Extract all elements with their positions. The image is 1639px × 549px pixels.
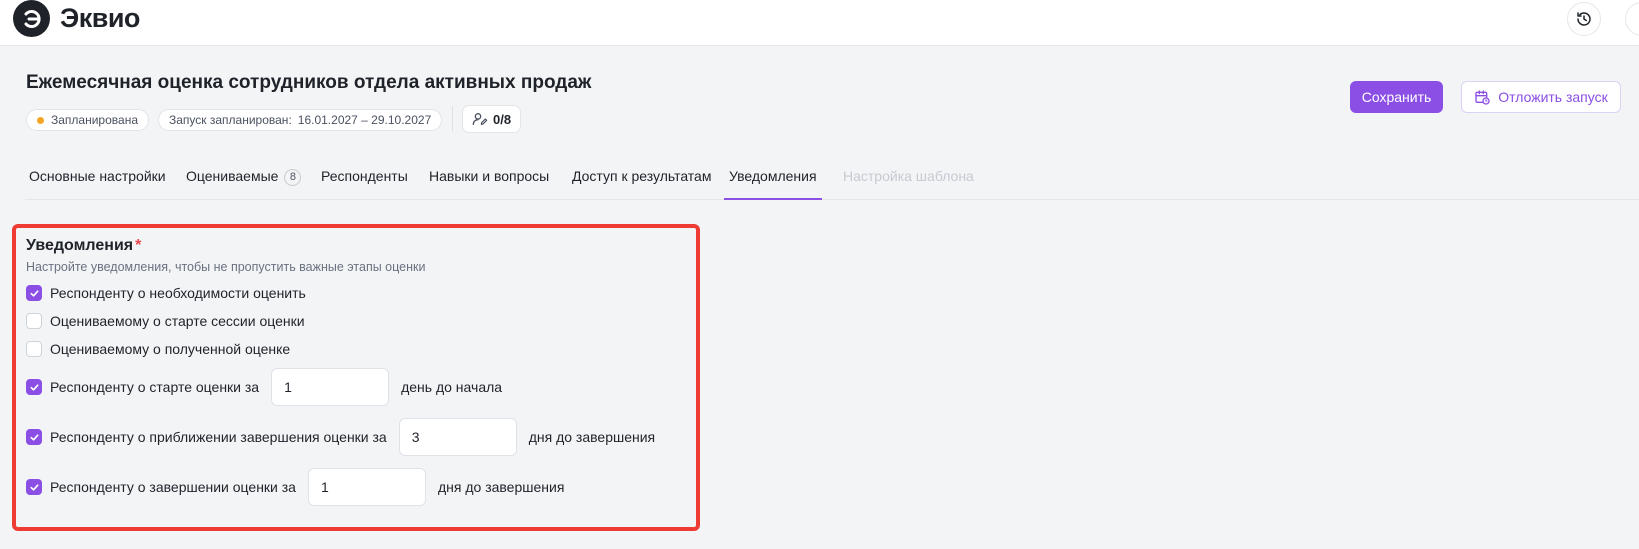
tab-skills-questions[interactable]: Навыки и вопросы	[429, 168, 549, 200]
checkbox-checked[interactable]	[26, 429, 42, 445]
history-button[interactable]	[1567, 2, 1601, 36]
checkmark-icon	[29, 383, 39, 391]
tab-respondents[interactable]: Респонденты	[321, 168, 408, 200]
count-badge: 8	[284, 169, 302, 186]
option-label: Оцениваемому о полученной оценке	[50, 341, 291, 357]
tab-label: Доступ к результатам	[572, 168, 712, 184]
tab-main-settings[interactable]: Основные настройки	[29, 168, 166, 200]
postpone-label: Отложить запуск	[1498, 89, 1608, 105]
checkmark-icon	[29, 433, 39, 441]
status-dot-icon	[37, 116, 44, 124]
option-label: Респонденту о старте оценки за	[50, 379, 260, 395]
header-action-button[interactable]	[1625, 2, 1639, 36]
history-icon	[1577, 12, 1591, 26]
launch-label: Запуск запланирован:	[169, 113, 292, 127]
tab-bar: Основные настройки Оцениваемые 8 Респонде…	[25, 164, 1639, 200]
days-before-end-input[interactable]	[398, 418, 517, 456]
respondents-counter[interactable]: 0/8	[462, 105, 522, 133]
checkbox-unchecked[interactable]	[26, 313, 42, 329]
postpone-launch-button[interactable]: Отложить запуск	[1461, 81, 1621, 113]
tab-label: Навыки и вопросы	[429, 168, 550, 184]
calendar-clock-icon	[1475, 90, 1490, 105]
tab-label: Основные настройки	[29, 168, 166, 184]
option-suffix: день до начала	[401, 379, 503, 395]
top-bar: Эквио	[0, 0, 1639, 46]
status-text: Запланирована	[51, 113, 138, 127]
user-edit-icon	[472, 113, 488, 125]
divider	[452, 106, 453, 132]
app-name: Эквио	[60, 3, 140, 33]
tab-notifications[interactable]: Уведомления	[724, 168, 822, 200]
checkbox-unchecked[interactable]	[26, 341, 42, 357]
checkmark-icon	[29, 289, 39, 297]
section-description: Настройте уведомления, чтобы не пропусти…	[26, 260, 426, 274]
notification-option[interactable]: Оцениваемому о старте сессии оценки	[26, 313, 305, 329]
tab-template-settings: Настройка шаблона	[843, 168, 974, 200]
required-mark: *	[135, 237, 142, 254]
launch-value: 16.01.2027 – 29.10.2027	[297, 113, 432, 127]
section-title-text: Уведомления	[26, 237, 134, 254]
logo-mark-icon	[13, 0, 50, 37]
tab-label: Уведомления	[729, 168, 817, 184]
days-before-start-input[interactable]	[271, 368, 390, 406]
checkbox-checked[interactable]	[26, 379, 42, 395]
launch-period-badge: Запуск запланирован: 16.01.2027 – 29.10.…	[158, 109, 443, 131]
option-label: Респонденту о приближении завершения оце…	[50, 429, 387, 445]
option-label: Респонденту о завершении оценки за	[50, 479, 296, 495]
tab-results-access[interactable]: Доступ к результатам	[572, 168, 711, 200]
notification-option[interactable]: Респонденту о старте оценки за день до н…	[26, 368, 502, 406]
notification-option[interactable]: Оцениваемому о полученной оценке	[26, 341, 290, 357]
page-title: Ежемесячная оценка сотрудников отдела ак…	[26, 72, 592, 93]
tab-label: Настройка шаблона	[843, 168, 974, 184]
days-completion-input[interactable]	[307, 468, 426, 506]
logo-glyph-icon	[24, 9, 41, 28]
status-badge: Запланирована	[26, 109, 149, 131]
save-button[interactable]: Сохранить	[1350, 81, 1443, 113]
option-label: Оцениваемому о старте сессии оценки	[50, 313, 305, 329]
tab-evaluated[interactable]: Оцениваемые 8	[186, 168, 302, 200]
notification-option[interactable]: Респонденту о завершении оценки за дня д…	[26, 468, 564, 506]
option-label: Респонденту о необходимости оценить	[50, 285, 306, 301]
checkbox-checked[interactable]	[26, 285, 42, 301]
notification-option[interactable]: Респонденту о необходимости оценить	[26, 285, 306, 301]
tab-label: Респонденты	[321, 168, 408, 184]
checkbox-checked[interactable]	[26, 479, 42, 495]
section-title: Уведомления *	[26, 237, 141, 255]
app-logo[interactable]: Эквио	[13, 0, 140, 37]
option-suffix: дня до завершения	[528, 429, 656, 445]
option-suffix: дня до завершения	[437, 479, 565, 495]
tab-label: Оцениваемые	[186, 168, 279, 184]
notification-option[interactable]: Респонденту о приближении завершения оце…	[26, 418, 655, 456]
checkmark-icon	[29, 483, 39, 491]
respondents-count: 0/8	[493, 111, 512, 127]
